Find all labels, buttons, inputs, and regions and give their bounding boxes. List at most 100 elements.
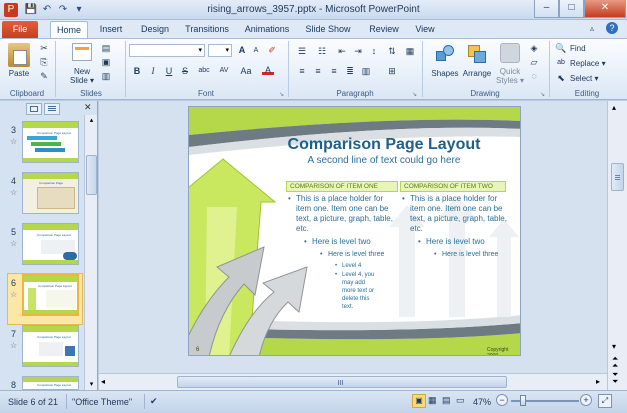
shape-fill-icon[interactable]: ◈ xyxy=(528,43,540,53)
column-one-body[interactable]: • This is a place holder for item one. It… xyxy=(286,194,400,311)
slide-thumbnail-5[interactable]: Comparison Page Layout xyxy=(22,223,79,265)
paste-icon[interactable] xyxy=(8,43,30,67)
arrange-button[interactable]: Arrange xyxy=(460,69,494,78)
font-color-button[interactable]: A xyxy=(262,65,274,75)
bullets-icon[interactable]: ☰ xyxy=(296,46,308,56)
minimize-button[interactable]: – xyxy=(534,0,559,18)
new-slide-dropdown[interactable]: Slide ▾ xyxy=(64,76,100,85)
tab-animations[interactable]: Animations xyxy=(242,21,292,38)
tab-view[interactable]: View xyxy=(410,21,440,38)
section-icon[interactable]: ▥ xyxy=(100,71,112,81)
next-slide-icon[interactable]: ⏷ ⏷ xyxy=(612,371,618,386)
align-right-icon[interactable]: ≡ xyxy=(328,66,340,76)
clear-formatting-icon[interactable]: ✐ xyxy=(266,45,278,55)
previous-slide-icon[interactable]: ⏶ ⏶ xyxy=(612,355,618,370)
change-case-button[interactable]: Aa xyxy=(238,66,254,76)
copy-icon[interactable]: ⎘ xyxy=(38,57,50,67)
scroll-down-icon[interactable]: ▾ xyxy=(612,342,616,351)
columns-icon[interactable]: ▥ xyxy=(360,66,372,76)
numbering-icon[interactable]: ☷ xyxy=(316,46,328,56)
justify-icon[interactable]: ≣ xyxy=(344,66,356,76)
tab-review[interactable]: Review xyxy=(364,21,404,38)
bold-button[interactable]: B xyxy=(131,66,143,76)
shape-effects-icon[interactable]: ◌ xyxy=(528,71,540,81)
slide-thumbnail-3[interactable]: Comparison Page Layout xyxy=(22,121,79,163)
align-center-icon[interactable]: ≡ xyxy=(312,66,324,76)
font-name-combo[interactable]: ▾ xyxy=(129,44,205,57)
vertical-scroll-thumb[interactable] xyxy=(611,163,624,191)
scroll-up-icon[interactable]: ▴ xyxy=(612,103,616,112)
close-button[interactable]: ✕ xyxy=(584,0,626,18)
find-button[interactable]: Find xyxy=(570,44,586,53)
vertical-scrollbar[interactable]: ▴ ▾ ⏶ ⏶ ⏷ ⏷ xyxy=(607,101,627,390)
underline-button[interactable]: U xyxy=(163,66,175,76)
paragraph-dialog-launcher-icon[interactable]: ↘ xyxy=(412,91,417,98)
slide-thumbnail-4[interactable]: Comparison Page xyxy=(22,172,79,214)
text-direction-icon[interactable]: ⇅ xyxy=(386,46,398,56)
decrease-indent-icon[interactable]: ⇤ xyxy=(336,46,348,56)
normal-view-icon[interactable]: ▣ xyxy=(412,394,426,408)
format-painter-icon[interactable]: ✎ xyxy=(38,71,50,81)
select-icon[interactable]: ⬉ xyxy=(555,73,567,83)
slide-canvas[interactable]: Comparison Page Layout A second line of … xyxy=(188,106,521,356)
increase-indent-icon[interactable]: ⇥ xyxy=(352,46,364,56)
find-icon[interactable]: 🔍 xyxy=(555,43,567,53)
shapes-button[interactable]: Shapes xyxy=(428,69,462,78)
column-two-body[interactable]: • This is a place holder for item one. It… xyxy=(400,194,512,260)
font-size-combo[interactable]: ▾ xyxy=(208,44,232,57)
zoom-in-button[interactable]: + xyxy=(580,394,592,406)
new-slide-icon[interactable] xyxy=(72,43,92,61)
font-dialog-launcher-icon[interactable]: ↘ xyxy=(279,91,284,98)
panel-scroll-thumb[interactable] xyxy=(86,155,97,195)
paste-button[interactable]: Paste xyxy=(6,69,32,78)
tab-design[interactable]: Design xyxy=(136,21,174,38)
line-spacing-icon[interactable]: ↕ xyxy=(368,46,380,56)
new-slide-button[interactable]: New xyxy=(64,67,100,76)
panel-scrollbar[interactable]: ▴ ▾ xyxy=(84,115,97,390)
scroll-up-icon[interactable]: ▴ xyxy=(86,115,97,126)
column-one-header[interactable]: COMPARISON OF ITEM ONE xyxy=(286,181,398,192)
column-two-header[interactable]: COMPARISON OF ITEM TWO xyxy=(400,181,506,192)
slide-show-icon[interactable]: ▭ xyxy=(456,395,465,406)
align-left-icon[interactable]: ≡ xyxy=(296,66,308,76)
shape-outline-icon[interactable]: ▱ xyxy=(528,57,540,67)
quick-styles-icon[interactable] xyxy=(500,43,520,63)
scroll-right-icon[interactable]: ▸ xyxy=(596,377,600,386)
tab-slide-show[interactable]: Slide Show xyxy=(303,21,353,38)
scroll-down-icon[interactable]: ▾ xyxy=(86,379,97,390)
select-button[interactable]: Select ▾ xyxy=(570,74,598,83)
reset-icon[interactable]: ▣ xyxy=(100,57,112,67)
scroll-left-icon[interactable]: ◂ xyxy=(101,377,105,386)
tab-transitions[interactable]: Transitions xyxy=(182,21,232,38)
shrink-font-icon[interactable]: A xyxy=(250,46,262,56)
character-spacing-button[interactable]: AV xyxy=(216,66,232,76)
fit-to-window-icon[interactable]: ⤢ xyxy=(598,394,612,408)
tab-home[interactable]: Home xyxy=(50,21,88,38)
theme-name[interactable]: "Office Theme" xyxy=(72,397,132,407)
slide-thumbnail-8[interactable]: Comparison Page Layout xyxy=(22,376,79,390)
quick-styles-dropdown[interactable]: Styles ▾ xyxy=(494,76,526,85)
slide-title[interactable]: Comparison Page Layout xyxy=(249,136,519,154)
align-text-icon[interactable]: ▦ xyxy=(404,46,416,56)
slide-thumbnail-7[interactable]: Comparison Page Layout xyxy=(22,325,79,367)
text-shadow-button[interactable]: abc xyxy=(196,66,212,76)
strikethrough-button[interactable]: S xyxy=(179,66,191,76)
zoom-out-button[interactable]: − xyxy=(496,394,508,406)
slide-subtitle[interactable]: A second line of text could go here xyxy=(249,155,519,166)
grow-font-icon[interactable]: A xyxy=(236,45,248,55)
shapes-icon[interactable] xyxy=(434,43,456,65)
outline-tab[interactable] xyxy=(44,103,60,115)
close-panel-icon[interactable]: ✕ xyxy=(84,102,92,113)
slide-thumbnail-6[interactable]: Comparison Page Layout xyxy=(22,274,79,316)
spell-check-icon[interactable]: ✔ xyxy=(150,396,158,407)
quick-styles-button[interactable]: Quick xyxy=(494,67,526,76)
reading-view-icon[interactable]: ▤ xyxy=(442,395,451,406)
tab-insert[interactable]: Insert xyxy=(94,21,128,38)
cut-icon[interactable]: ✂ xyxy=(38,43,50,53)
zoom-slider-thumb[interactable] xyxy=(520,395,526,406)
minimize-ribbon-icon[interactable]: ▵ xyxy=(590,24,594,33)
layout-icon[interactable]: ▤ xyxy=(100,43,112,53)
horizontal-scroll-thumb[interactable] xyxy=(177,376,507,388)
zoom-level[interactable]: 47% xyxy=(473,397,491,407)
slides-tab[interactable] xyxy=(26,103,42,115)
